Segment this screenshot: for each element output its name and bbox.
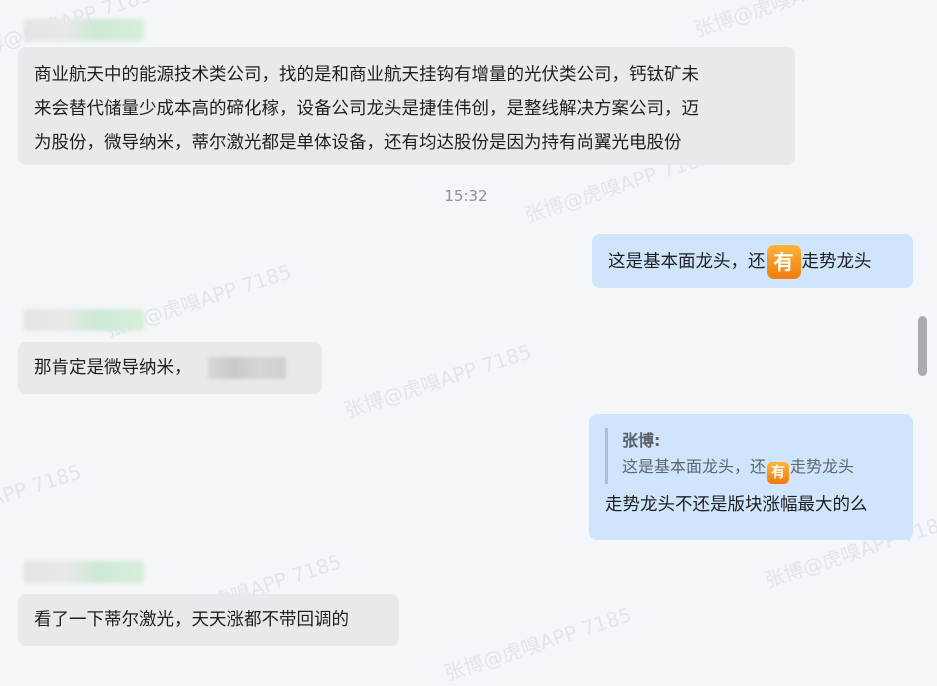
message-text: 商业航天中的能源技术类公司，找的是和商业航天挂钩有增量的光伏类公司，钙钛矿未 (34, 65, 699, 85)
message-bubble-outgoing[interactable]: 这是基本面龙头，还有走势龙头 (592, 234, 913, 288)
message-text: 这是基本面龙头，还 (608, 252, 766, 272)
sender-name-redacted (24, 19, 144, 41)
message-text: 来会替代储量少成本高的碲化稼，设备公司龙头是捷佳伟创，是整线解决方案公司，迈 (34, 99, 699, 119)
quote-author: 张博: (622, 431, 661, 450)
quoted-message[interactable]: 张博: 这是基本面龙头，还有走势龙头 (605, 428, 897, 484)
quote-text: 这是基本面龙头，还 (622, 457, 767, 476)
message-bubble-outgoing[interactable]: 张博: 这是基本面龙头，还有走势龙头 走势龙头不还是版块涨幅最大的么 (589, 414, 913, 540)
you-emoji-icon: 有 (766, 245, 801, 279)
message-bubble-incoming[interactable]: 看了一下蒂尔激光，天天涨都不带回调的 (18, 594, 399, 646)
message-text: 那肯定是微导纳米， (34, 358, 192, 378)
watermark: 张博@虎嗅APP 7185 (341, 339, 535, 423)
watermark: 张博@虎嗅APP 7185 (690, 0, 885, 42)
timestamp: 15:32 (444, 187, 488, 205)
message-text: 走势龙头不还是版块涨幅最大的么 (605, 495, 868, 515)
sender-name-redacted (24, 561, 144, 583)
quote-text: 走势龙头 (790, 457, 855, 476)
message-text: 走势龙头 (801, 252, 872, 272)
sender-name-redacted (24, 309, 144, 331)
message-text: 看了一下蒂尔激光，天天涨都不带回调的 (34, 610, 349, 630)
message-text: 为股份，微导纳米，蒂尔激光都是单体设备，还有均达股份是因为持有尚翼光电股份 (34, 133, 682, 153)
message-bubble-incoming[interactable]: 那肯定是微导纳米， (18, 342, 322, 394)
message-bubble-incoming[interactable]: 商业航天中的能源技术类公司，找的是和商业航天挂钩有增量的光伏类公司，钙钛矿未 来… (18, 47, 795, 165)
scrollbar-thumb[interactable] (918, 316, 927, 376)
watermark: 张博@虎嗅APP 7185 (441, 602, 635, 686)
watermark: 张博@虎嗅APP 7185 (0, 459, 85, 543)
redacted-text (207, 357, 286, 379)
you-emoji-icon: 有 (767, 462, 790, 484)
